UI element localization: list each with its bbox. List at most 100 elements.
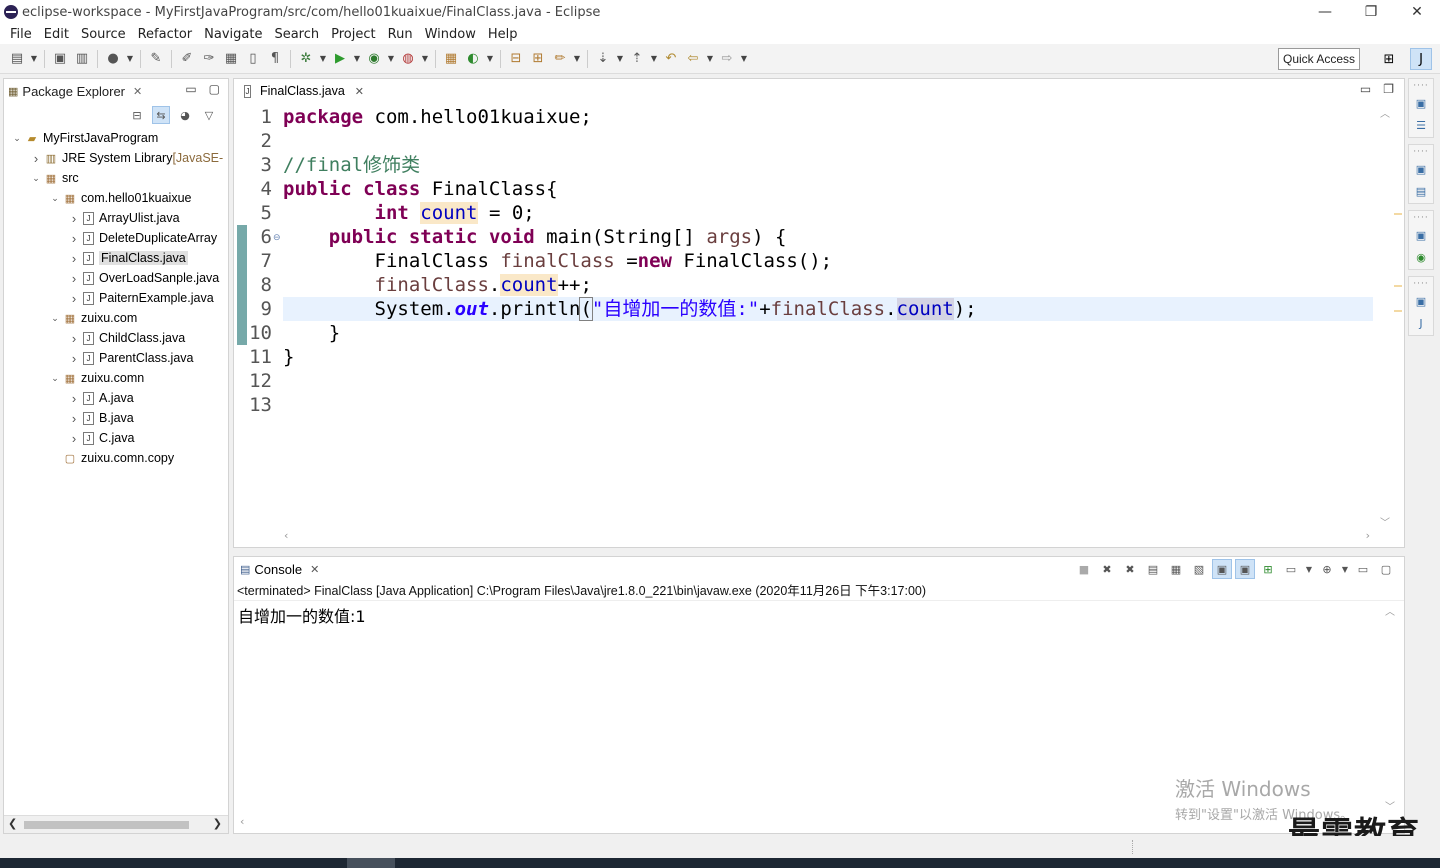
- drag-handle-icon[interactable]: ····: [1412, 81, 1430, 91]
- debug-icon[interactable]: ✲: [295, 48, 317, 70]
- menu-window[interactable]: Window: [419, 27, 482, 42]
- javadoc-icon[interactable]: J: [1412, 315, 1430, 331]
- restore-icon[interactable]: ▣: [1412, 95, 1430, 111]
- editor-tab-finalclass[interactable]: J FinalClass.java ✕: [234, 79, 364, 103]
- console-output[interactable]: 自增加一的数值:1: [238, 603, 366, 627]
- chevron-right-icon[interactable]: ›: [67, 291, 81, 306]
- open-console-dropdown-icon[interactable]: ▼: [1340, 559, 1350, 579]
- new-class-dropdown-icon[interactable]: ▼: [484, 48, 496, 70]
- editor-vscrollbar[interactable]: ︿ ﹀: [1378, 105, 1394, 529]
- focus-on-working-set-icon[interactable]: ◕: [176, 106, 194, 124]
- collapse-all-icon[interactable]: ⊟: [128, 106, 146, 124]
- restore-icon[interactable]: ▣: [1412, 227, 1430, 243]
- tree-item[interactable]: › ▥ JRE System Library [JavaSE-: [29, 148, 223, 168]
- terminate-icon[interactable]: ■: [1074, 559, 1094, 579]
- chevron-down-icon[interactable]: ⌄: [48, 313, 62, 324]
- tree-item[interactable]: ⌄ ▦ zuixu.comn: [48, 368, 144, 388]
- menu-edit[interactable]: Edit: [38, 27, 75, 42]
- menu-file[interactable]: File: [4, 27, 38, 42]
- display-console-dropdown-icon[interactable]: ▼: [1304, 559, 1314, 579]
- console-tab[interactable]: ▤ Console ✕: [240, 562, 319, 577]
- tree-item[interactable]: › J ChildClass.java: [67, 328, 185, 348]
- menu-run[interactable]: Run: [382, 27, 419, 42]
- package-explorer-tab[interactable]: ▦ Package Explorer ✕: [8, 84, 142, 99]
- word-wrap-icon[interactable]: ▧: [1189, 559, 1209, 579]
- open-perspective-icon[interactable]: ⊞: [1378, 48, 1400, 70]
- scroll-down-icon[interactable]: ﹀: [1380, 514, 1390, 529]
- restore-icon[interactable]: ▣: [1412, 293, 1430, 309]
- open-console-icon[interactable]: ⊕: [1317, 559, 1337, 579]
- pin-console-icon[interactable]: ⊞: [1258, 559, 1278, 579]
- chevron-down-icon[interactable]: ⌄: [48, 373, 62, 384]
- search-icon[interactable]: ✏: [549, 48, 571, 70]
- scroll-left-icon[interactable]: ‹: [284, 529, 288, 542]
- scroll-right-icon[interactable]: ❯: [213, 817, 222, 830]
- drag-handle-icon[interactable]: ····: [1412, 279, 1430, 289]
- chevron-down-icon[interactable]: ⌄: [48, 193, 62, 204]
- paragraph-icon[interactable]: ¶: [264, 48, 286, 70]
- maximize-view-icon[interactable]: ▢: [209, 82, 220, 96]
- restore-button[interactable]: ❐: [1348, 0, 1394, 24]
- show-whitespace-icon[interactable]: ▯: [242, 48, 264, 70]
- scroll-thumb[interactable]: [24, 821, 189, 829]
- chevron-down-icon[interactable]: ⌄: [29, 173, 43, 184]
- menu-search[interactable]: Search: [268, 27, 325, 42]
- occurrence-marker[interactable]: [1394, 285, 1402, 287]
- tree-item[interactable]: › J PaiternExample.java: [67, 288, 214, 308]
- occurrence-marker[interactable]: [1394, 310, 1402, 312]
- run-dropdown-icon[interactable]: ▼: [351, 48, 363, 70]
- tree-item[interactable]: › J DeleteDuplicateArray: [67, 228, 217, 248]
- back-icon[interactable]: ⇦: [682, 48, 704, 70]
- open-task-icon[interactable]: ⊞: [527, 48, 549, 70]
- close-icon[interactable]: ✕: [133, 85, 142, 98]
- chevron-right-icon[interactable]: ›: [29, 151, 43, 166]
- tree-item[interactable]: › J C.java: [67, 428, 135, 448]
- tree-item[interactable]: ⌄ ▦ com.hello01kuaixue: [48, 188, 191, 208]
- debug-skip-icon[interactable]: ●: [102, 48, 124, 70]
- last-edit-location-icon[interactable]: ↶: [660, 48, 682, 70]
- restore-icon[interactable]: ▣: [1412, 161, 1430, 177]
- menu-refactor[interactable]: Refactor: [132, 27, 199, 42]
- new-java-package-icon[interactable]: ▦: [440, 48, 462, 70]
- fold-collapse-icon[interactable]: ⊖: [273, 233, 281, 243]
- chevron-down-icon[interactable]: ⌄: [10, 133, 24, 144]
- menu-project[interactable]: Project: [325, 27, 381, 42]
- skip-dropdown-icon[interactable]: ▼: [124, 48, 136, 70]
- maximize-editor-icon[interactable]: ❐: [1383, 82, 1394, 96]
- scroll-left-icon[interactable]: ‹: [240, 815, 244, 828]
- tree-item[interactable]: › J FinalClass.java: [67, 248, 188, 268]
- new-dropdown-icon[interactable]: ▼: [28, 48, 40, 70]
- tree-item[interactable]: › J ArrayUlist.java: [67, 208, 180, 228]
- drag-handle-icon[interactable]: ····: [1412, 213, 1430, 223]
- quick-access-field[interactable]: Quick Access: [1278, 48, 1360, 70]
- tree-item[interactable]: › J OverLoadSanple.java: [67, 268, 219, 288]
- minimize-button[interactable]: —: [1302, 0, 1348, 24]
- show-on-stderr-icon[interactable]: ▣: [1235, 559, 1255, 579]
- coverage-icon[interactable]: ◉: [363, 48, 385, 70]
- tree-item[interactable]: › J ParentClass.java: [67, 348, 194, 368]
- chevron-right-icon[interactable]: ›: [67, 431, 81, 446]
- next-annotation-icon[interactable]: ⇣: [592, 48, 614, 70]
- forward-dropdown-icon[interactable]: ▼: [738, 48, 750, 70]
- run-icon[interactable]: ▶: [329, 48, 351, 70]
- link-with-editor-icon[interactable]: ⇆: [152, 106, 170, 124]
- coverage-dropdown-icon[interactable]: ▼: [385, 48, 397, 70]
- new-java-class-icon[interactable]: ◐: [462, 48, 484, 70]
- save-all-icon[interactable]: ▥: [71, 48, 93, 70]
- scroll-left-icon[interactable]: ❮: [8, 817, 17, 830]
- menu-help[interactable]: Help: [482, 27, 524, 42]
- chevron-right-icon[interactable]: ›: [67, 211, 81, 226]
- code-area[interactable]: package com.hello01kuaixue; //final修饰类 p…: [283, 103, 1373, 529]
- chevron-right-icon[interactable]: ›: [67, 231, 81, 246]
- external-tools-icon[interactable]: ◍: [397, 48, 419, 70]
- tree-item[interactable]: › J A.java: [67, 388, 134, 408]
- block-selection-icon[interactable]: ✑: [198, 48, 220, 70]
- previous-annotation-icon[interactable]: ⇡: [626, 48, 648, 70]
- mark-occurrences-icon[interactable]: ✐: [176, 48, 198, 70]
- forward-icon[interactable]: ⇨: [716, 48, 738, 70]
- connect-mylyn-icon[interactable]: ◉: [1412, 249, 1430, 265]
- save-icon[interactable]: ▣: [49, 48, 71, 70]
- taskbar-eclipse-button[interactable]: [347, 858, 395, 868]
- occurrence-marker[interactable]: [1394, 213, 1402, 215]
- drag-handle-icon[interactable]: ····: [1412, 147, 1430, 157]
